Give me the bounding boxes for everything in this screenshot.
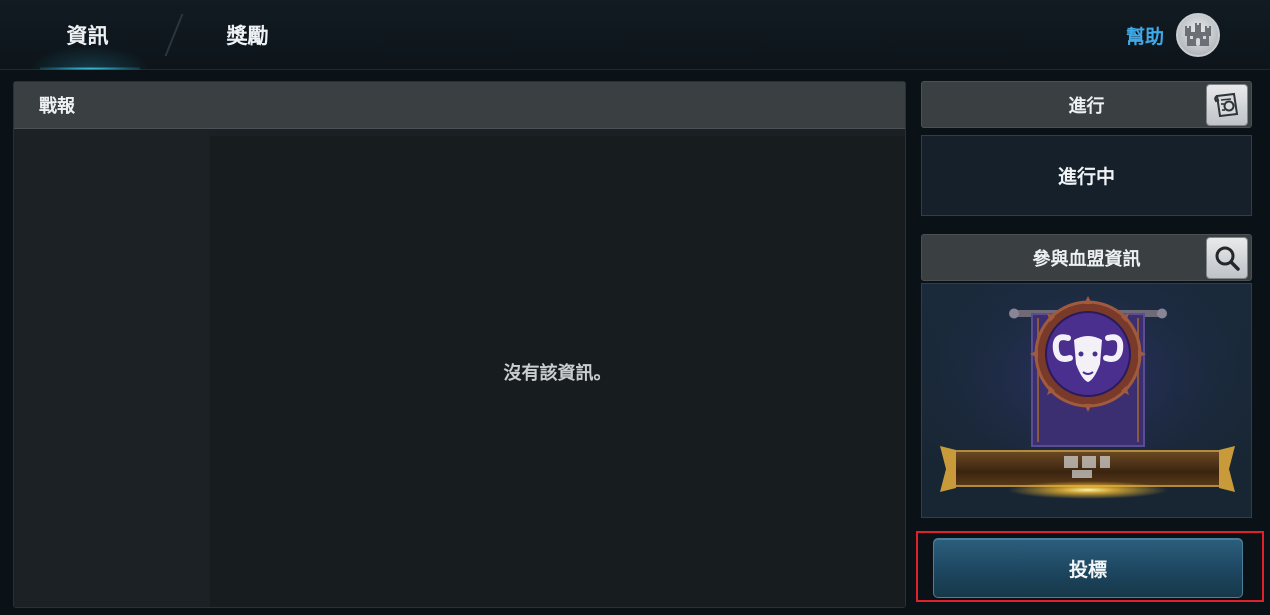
search-icon (1215, 246, 1240, 271)
ram-emblem-icon (922, 284, 1251, 517)
progress-status: 進行中 (921, 135, 1252, 216)
search-button[interactable] (1206, 237, 1248, 279)
tab-info[interactable]: 資訊 (30, 0, 150, 70)
battle-report-list[interactable] (14, 130, 209, 607)
progress-header: 進行 (921, 81, 1252, 128)
alliance-header: 參與血盟資訊 (921, 234, 1252, 281)
tab-active-underline (40, 67, 140, 70)
castle-icon[interactable] (1176, 13, 1220, 57)
tab-divider (164, 14, 184, 56)
scroll-icon (1214, 92, 1239, 118)
help-link[interactable]: 幫助 (1126, 22, 1164, 49)
top-bar: 資訊 獎勵 幫助 (0, 0, 1270, 70)
empty-message: 沒有該資訊。 (503, 362, 612, 384)
tab-reward-label: 獎勵 (226, 24, 269, 48)
alliance-emblem-area (921, 283, 1252, 518)
bid-button-highlight: 投標 (916, 531, 1264, 602)
battle-report-panel: 戰報 沒有該資訊。 (13, 81, 906, 608)
bid-button[interactable]: 投標 (933, 538, 1243, 598)
battle-report-content: 沒有該資訊。 (210, 136, 905, 607)
progress-title: 進行 (1068, 95, 1105, 117)
scroll-button[interactable] (1206, 84, 1248, 126)
tab-reward[interactable]: 獎勵 (190, 0, 305, 70)
alliance-title: 參與血盟資訊 (1032, 248, 1141, 270)
battle-report-header: 戰報 (14, 82, 905, 129)
